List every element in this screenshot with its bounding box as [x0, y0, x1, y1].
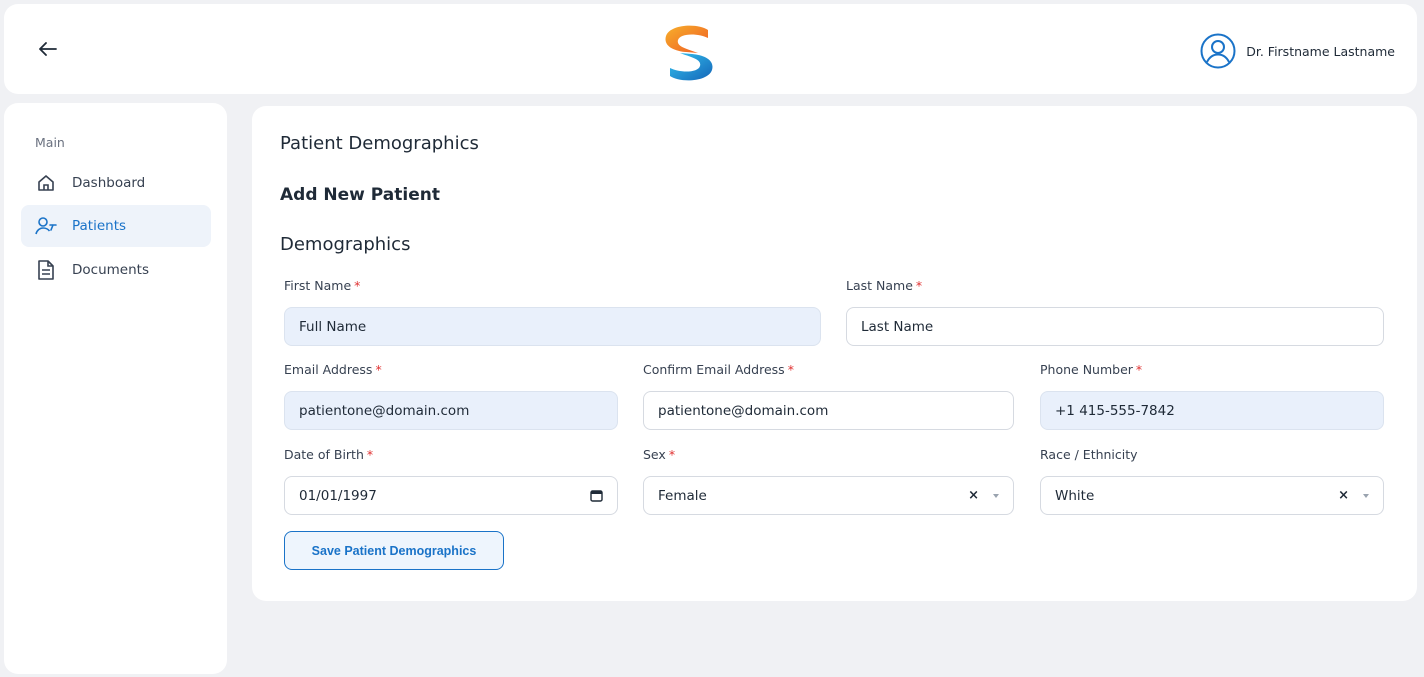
sidebar-section-label: Main — [35, 135, 65, 150]
last-name-value: Last Name — [861, 318, 934, 335]
race-ethnicity-label: Race / Ethnicity — [1040, 447, 1138, 462]
document-icon — [35, 259, 57, 281]
email-field[interactable]: patientone@domain.com — [284, 391, 618, 430]
first-name-field[interactable]: Full Name — [284, 307, 821, 346]
required-marker: * — [366, 447, 374, 462]
email-label: Email Address * — [284, 362, 382, 377]
app-logo[interactable] — [658, 24, 720, 82]
required-marker: * — [915, 278, 923, 293]
required-marker: * — [375, 362, 382, 377]
clear-icon[interactable]: × — [968, 488, 979, 503]
required-marker: * — [787, 362, 794, 377]
top-bar: Dr. Firstname Lastname — [4, 4, 1417, 94]
dob-value: 01/01/1997 — [299, 487, 377, 504]
race-ethnicity-value: White — [1055, 487, 1095, 504]
last-name-field[interactable]: Last Name — [846, 307, 1384, 346]
required-marker: * — [354, 278, 361, 293]
home-icon — [35, 172, 57, 194]
phone-value: +1 415-555-7842 — [1055, 402, 1175, 419]
user-circle-icon — [1200, 33, 1236, 69]
section-title: Demographics — [280, 234, 411, 255]
required-marker: * — [668, 447, 676, 462]
required-marker: * — [1135, 362, 1143, 377]
race-ethnicity-select[interactable]: White × — [1040, 476, 1384, 515]
sidebar-item-patients[interactable]: Patients — [21, 205, 211, 247]
chevron-down-icon[interactable] — [993, 493, 999, 498]
sex-label: Sex * — [643, 447, 676, 462]
page-title: Patient Demographics — [280, 133, 479, 154]
confirm-email-field[interactable]: patientone@domain.com — [643, 391, 1014, 430]
back-button[interactable] — [34, 35, 62, 63]
arrow-left-icon — [39, 42, 57, 56]
sidebar-item-label: Documents — [72, 262, 149, 278]
sidebar-item-documents[interactable]: Documents — [21, 249, 211, 291]
sidebar-item-dashboard[interactable]: Dashboard — [21, 162, 211, 204]
sex-select[interactable]: Female × — [643, 476, 1014, 515]
dob-label: Date of Birth * — [284, 447, 374, 462]
clear-icon[interactable]: × — [1338, 488, 1349, 503]
phone-label: Phone Number * — [1040, 362, 1143, 377]
dob-field[interactable]: 01/01/1997 — [284, 476, 618, 515]
last-name-label: Last Name * — [846, 278, 923, 293]
user-menu[interactable]: Dr. Firstname Lastname — [1200, 33, 1395, 69]
phone-field[interactable]: +1 415-555-7842 — [1040, 391, 1384, 430]
save-patient-demographics-button[interactable]: Save Patient Demographics — [284, 531, 504, 570]
sidebar: Main Dashboard Patients Documents — [4, 103, 227, 674]
sidebar-item-label: Dashboard — [72, 175, 146, 191]
first-name-value: Full Name — [299, 318, 367, 335]
first-name-label: First Name * — [284, 278, 361, 293]
confirm-email-label: Confirm Email Address * — [643, 362, 794, 377]
form-title: Add New Patient — [280, 185, 440, 205]
user-name: Dr. Firstname Lastname — [1246, 43, 1395, 59]
main-card: Patient Demographics Add New Patient Dem… — [252, 106, 1417, 601]
sidebar-item-label: Patients — [72, 218, 127, 234]
user-add-icon — [35, 215, 57, 237]
calendar-icon[interactable] — [590, 489, 603, 502]
chevron-down-icon[interactable] — [1363, 493, 1369, 498]
confirm-email-value: patientone@domain.com — [658, 402, 829, 419]
sex-value: Female — [658, 487, 707, 504]
email-value: patientone@domain.com — [299, 402, 470, 419]
